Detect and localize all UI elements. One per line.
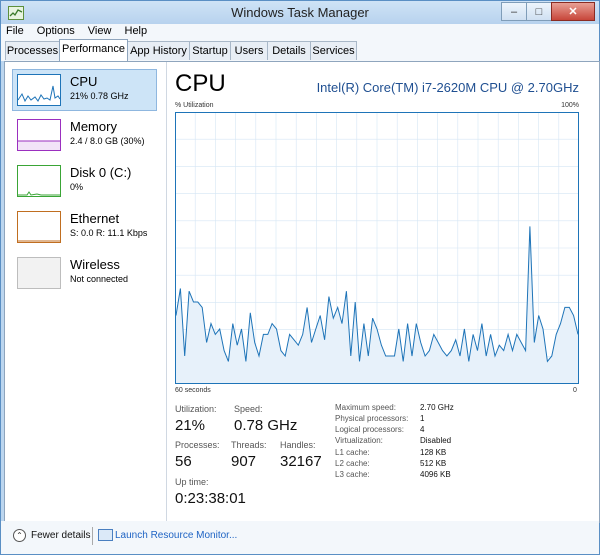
tab-bar: Processes Performance App History Startu… — [1, 39, 599, 61]
sidebar-item-detail: 21% 0.78 GHz — [70, 91, 129, 101]
disk-mini-graph — [17, 165, 61, 197]
close-button[interactable]: ✕ — [551, 2, 595, 21]
sidebar-item-detail: 0% — [70, 182, 84, 192]
menu-bar: File Options View Help — [1, 24, 599, 39]
tab-processes[interactable]: Processes — [5, 41, 60, 60]
memory-mini-graph — [17, 119, 61, 151]
spec-label: L3 cache: — [335, 470, 370, 479]
handles-label: Handles: — [280, 440, 316, 450]
menu-file[interactable]: File — [1, 24, 29, 39]
spec-label: Logical processors: — [335, 425, 404, 434]
processes-value: 56 — [175, 453, 192, 470]
launch-resource-monitor-link[interactable]: Launch Resource Monitor... — [115, 530, 237, 541]
window-controls: – □ ✕ — [501, 2, 595, 21]
spec-label: L1 cache: — [335, 448, 370, 457]
maximize-button[interactable]: □ — [526, 2, 552, 21]
spec-value: 4 — [420, 425, 425, 434]
speed-value: 0.78 GHz — [234, 417, 298, 434]
uptime-label: Up time: — [175, 477, 209, 487]
utilization-label: Utilization: — [175, 404, 217, 414]
page-title: CPU — [175, 70, 226, 97]
sidebar-item-label: Wireless — [70, 257, 120, 272]
spec-value: 128 KB — [420, 448, 447, 457]
sidebar-item-disk[interactable]: Disk 0 (C:) 0% — [13, 161, 156, 201]
task-manager-window: Windows Task Manager – □ ✕ File Options … — [0, 0, 600, 555]
time-axis-right-label: 0 — [573, 387, 577, 394]
spec-label: L2 cache: — [335, 459, 370, 468]
minimize-button[interactable]: – — [501, 2, 527, 21]
tab-details[interactable]: Details — [267, 41, 311, 60]
spec-value: 512 KB — [420, 459, 447, 468]
sidebar-item-detail: S: 0.0 R: 11.1 Kbps — [70, 228, 148, 238]
sidebar-item-wireless[interactable]: Wireless Not connected — [13, 253, 156, 293]
menu-help[interactable]: Help — [120, 24, 153, 39]
footer-divider — [92, 527, 93, 545]
cpu-utilization-graph — [175, 112, 579, 384]
resource-sidebar: CPU 21% 0.78 GHz Memory 2.4 / 8.0 GB (30… — [5, 62, 167, 522]
handles-value: 32167 — [280, 453, 322, 470]
minimize-icon: – — [510, 5, 518, 18]
threads-value: 907 — [231, 453, 257, 470]
footer-bar: ⌃ Fewer details Launch Resource Monitor.… — [1, 521, 599, 554]
cpu-detail-panel: CPU Intel(R) Core(TM) i7-2620M CPU @ 2.7… — [167, 62, 599, 522]
title-bar[interactable]: Windows Task Manager – □ ✕ — [1, 1, 599, 24]
maximize-icon: □ — [535, 5, 543, 18]
close-icon: ✕ — [568, 6, 578, 18]
speed-label: Speed: — [234, 404, 263, 414]
sidebar-item-label: Memory — [70, 119, 117, 134]
sidebar-item-label: CPU — [70, 74, 98, 89]
sidebar-item-detail: Not connected — [70, 274, 129, 284]
tab-users[interactable]: Users — [230, 41, 268, 60]
spec-value: 4096 KB — [420, 470, 451, 479]
threads-label: Threads: — [231, 440, 267, 450]
spec-label: Physical processors: — [335, 414, 409, 423]
sidebar-item-label: Disk 0 (C:) — [70, 165, 132, 180]
tab-services[interactable]: Services — [310, 41, 357, 60]
utilization-max-label: 100% — [561, 102, 579, 109]
time-axis-left-label: 60 seconds — [175, 387, 211, 394]
spec-value: 2.70 GHz — [420, 403, 454, 412]
tab-app-history[interactable]: App History — [127, 41, 190, 60]
spec-value: Disabled — [420, 436, 452, 445]
utilization-axis-label: % Utilization — [175, 102, 214, 109]
sidebar-item-cpu[interactable]: CPU 21% 0.78 GHz — [12, 69, 157, 111]
tab-performance[interactable]: Performance — [59, 39, 128, 61]
spec-label: Maximum speed: — [335, 403, 396, 412]
utilization-value: 21% — [175, 417, 206, 434]
tab-startup[interactable]: Startup — [189, 41, 231, 60]
sidebar-item-memory[interactable]: Memory 2.4 / 8.0 GB (30%) — [13, 115, 156, 155]
sidebar-item-detail: 2.4 / 8.0 GB (30%) — [70, 136, 145, 146]
spec-label: Virtualization: — [335, 436, 383, 445]
resource-monitor-icon — [98, 529, 113, 541]
menu-view[interactable]: View — [83, 24, 117, 39]
ethernet-mini-graph — [17, 211, 61, 243]
cpu-model-name: Intel(R) Core(TM) i7-2620M CPU @ 2.70GHz — [316, 80, 579, 95]
performance-panel: CPU 21% 0.78 GHz Memory 2.4 / 8.0 GB (30… — [4, 61, 600, 523]
menu-options[interactable]: Options — [32, 24, 80, 39]
processes-label: Processes: — [175, 440, 220, 450]
chevron-up-icon[interactable]: ⌃ — [13, 529, 26, 542]
wireless-mini-graph — [17, 257, 61, 289]
sidebar-item-ethernet[interactable]: Ethernet S: 0.0 R: 11.1 Kbps — [13, 207, 156, 247]
sidebar-item-label: Ethernet — [70, 211, 120, 226]
cpu-mini-graph — [17, 74, 61, 106]
uptime-value: 0:23:38:01 — [175, 490, 246, 507]
spec-value: 1 — [420, 414, 425, 423]
fewer-details-button[interactable]: Fewer details — [31, 530, 90, 541]
